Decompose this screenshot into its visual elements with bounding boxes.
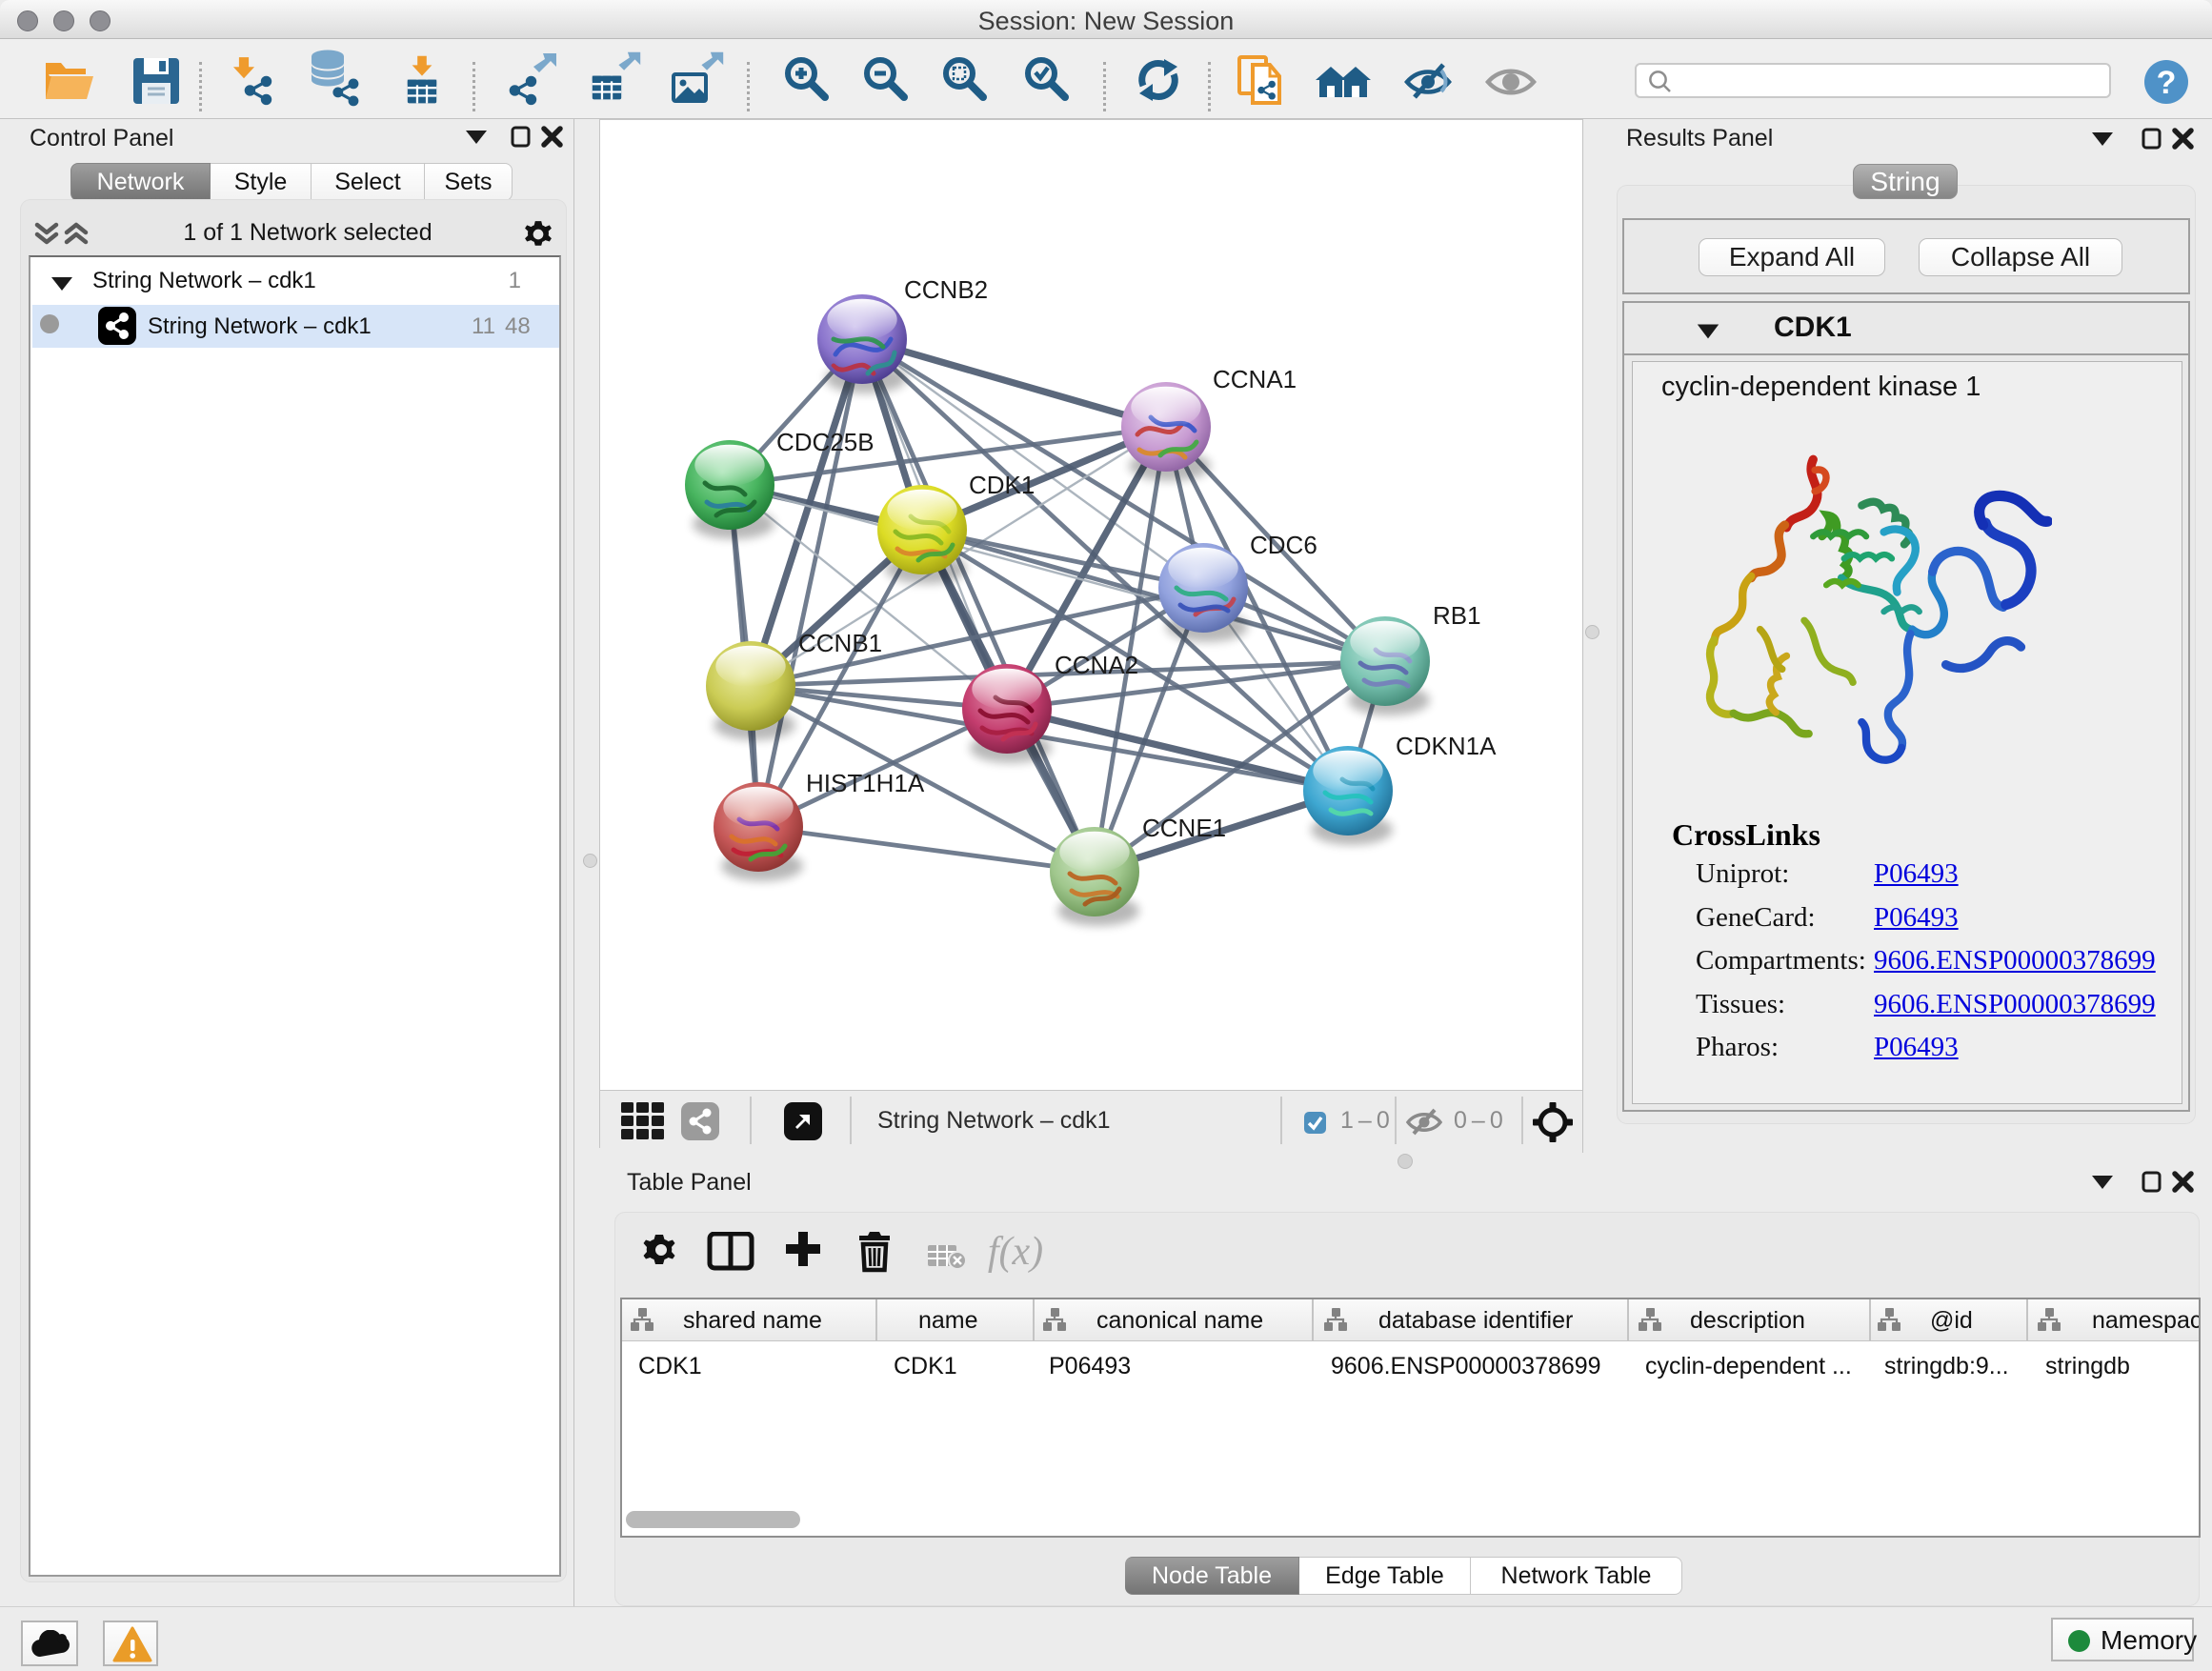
svg-text:CDK1: CDK1 [969,471,1035,499]
svg-text:description: description [1690,1307,1805,1334]
svg-text:CCNE1: CCNE1 [1142,814,1226,842]
svg-text:?: ? [2157,65,2177,101]
svg-text:name: name [918,1307,978,1334]
svg-text:CCNB2: CCNB2 [904,275,988,304]
svg-text:CCNA2: CCNA2 [1055,651,1138,679]
svg-text:namespace: namespace [2092,1307,2199,1334]
svg-text:CCNA1: CCNA1 [1213,365,1297,393]
svg-text:database identifier: database identifier [1378,1307,1573,1334]
svg-text:f(x): f(x) [988,1232,1043,1274]
svg-text:CDC25B: CDC25B [776,428,875,456]
svg-text:@id: @id [1930,1307,1973,1334]
svg-text:RB1: RB1 [1433,601,1481,630]
svg-text:CDC6: CDC6 [1250,531,1317,559]
svg-text:CCNB1: CCNB1 [798,629,882,657]
svg-text:HIST1H1A: HIST1H1A [806,769,925,797]
svg-text:canonical name: canonical name [1096,1307,1263,1334]
svg-text:CDKN1A: CDKN1A [1396,732,1497,760]
svg-text:shared name: shared name [683,1307,822,1334]
